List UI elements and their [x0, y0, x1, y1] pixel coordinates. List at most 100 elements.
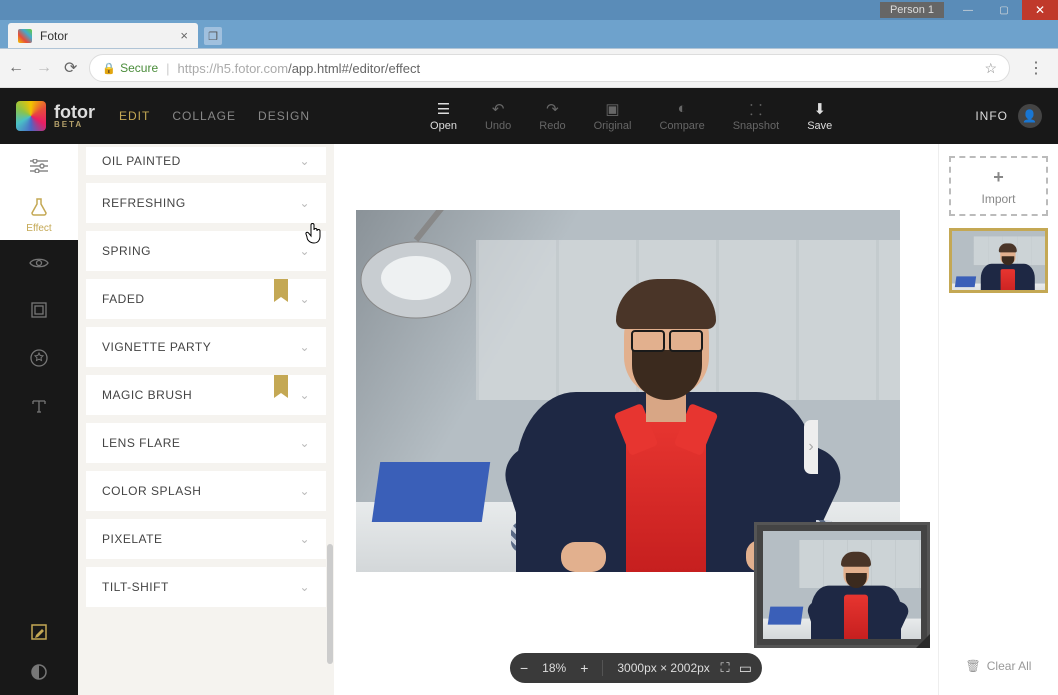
open-button[interactable]: ☰Open — [430, 100, 457, 132]
effect-item-magic-brush[interactable]: MAGIC BRUSH ⌄ — [86, 375, 326, 415]
tab-close-icon[interactable]: × — [180, 28, 188, 43]
image-thumbnail[interactable] — [949, 228, 1048, 293]
window-maximize-button[interactable] — [986, 0, 1022, 20]
fullscreen-button[interactable]: ⛶ — [710, 653, 740, 683]
effect-label: FADED — [102, 292, 145, 306]
url-text: https://h5.fotor.com/app.html#/editor/ef… — [178, 61, 977, 76]
clear-all-button[interactable]: 🗑 Clear All — [949, 649, 1048, 683]
save-icon: ⬇ — [813, 100, 826, 116]
user-avatar[interactable]: 👤 — [1018, 104, 1042, 128]
chevron-down-icon: ⌄ — [299, 154, 310, 168]
browser-tab-active[interactable]: Fotor × — [8, 23, 198, 48]
rail-effect-label: Effect — [26, 223, 51, 234]
logo-beta: BETA — [54, 121, 95, 129]
main-image[interactable] — [356, 210, 900, 572]
app-header: fotorBETA EDIT COLLAGE DESIGN ☰Open ↶Und… — [0, 88, 1058, 144]
trash-icon: 🗑 — [966, 659, 981, 673]
profile-chip[interactable]: Person 1 — [880, 2, 944, 18]
address-bar[interactable]: Secure | https://h5.fotor.com/app.html#/… — [89, 54, 1010, 82]
effect-item-vignette-party[interactable]: VIGNETTE PARTY ⌄ — [86, 327, 326, 367]
zoom-in-button[interactable]: + — [580, 660, 588, 676]
tab-favicon — [18, 29, 32, 43]
chevron-down-icon: ⌄ — [299, 436, 310, 450]
bookmark-star-icon[interactable]: ☆ — [984, 60, 997, 77]
zoom-value: 18% — [542, 661, 566, 675]
chevron-down-icon: ⌄ — [299, 532, 310, 546]
effect-label: SPRING — [102, 244, 151, 258]
image-dimensions: 3000px × 2002px — [617, 661, 709, 675]
chevron-down-icon: ⌄ — [299, 196, 310, 210]
redo-button: ↷Redo — [539, 100, 565, 132]
effect-item-spring[interactable]: SPRING ⌄ — [86, 231, 326, 271]
chevron-down-icon: ⌄ — [299, 580, 310, 594]
tool-rail: Effect — [0, 144, 78, 695]
navigator-minimap[interactable] — [754, 522, 930, 648]
import-button[interactable]: + Import — [949, 156, 1048, 216]
rail-beauty[interactable] — [0, 240, 78, 288]
mode-collage[interactable]: COLLAGE — [172, 109, 236, 123]
logo-text: fotor — [54, 103, 95, 121]
moon-icon[interactable] — [31, 664, 47, 685]
flask-icon — [31, 198, 47, 221]
zoom-out-button[interactable]: − — [520, 660, 528, 676]
frame-icon — [31, 302, 47, 323]
nav-back-icon[interactable]: ← — [8, 59, 24, 77]
chevron-down-icon: ⌄ — [299, 388, 310, 402]
sliders-icon — [30, 158, 48, 178]
text-icon — [31, 398, 47, 419]
rail-stickers[interactable] — [0, 336, 78, 384]
nav-reload-icon[interactable]: ⟳ — [64, 58, 77, 78]
secure-lock-icon: Secure — [102, 61, 158, 75]
effect-label: MAGIC BRUSH — [102, 388, 192, 402]
right-panel: + Import 🗑 Clear All — [938, 144, 1058, 695]
original-button: ▣Original — [594, 100, 632, 132]
browser-menu-icon[interactable]: ⋮ — [1022, 58, 1050, 78]
effect-item-lens-flare[interactable]: LENS FLARE ⌄ — [86, 423, 326, 463]
tab-title: Fotor — [40, 29, 68, 43]
new-tab-button[interactable]: ❐ — [204, 27, 222, 45]
chevron-down-icon: ⌄ — [299, 484, 310, 498]
bookmark-icon — [274, 279, 288, 297]
mode-design[interactable]: DESIGN — [258, 109, 310, 123]
window-close-button[interactable] — [1022, 0, 1058, 20]
effect-item-refreshing[interactable]: REFRESHING⌄ — [86, 183, 326, 223]
panel-scrollbar[interactable] — [327, 544, 333, 664]
bookmark-icon — [274, 375, 288, 393]
browser-tab-strip: Fotor × ❐ — [0, 20, 1058, 49]
logo-icon — [16, 101, 46, 131]
window-minimize-button[interactable] — [950, 0, 986, 20]
effect-item-pixelate[interactable]: PIXELATE⌄ — [86, 519, 326, 559]
chevron-down-icon: ⌄ — [299, 340, 310, 354]
plus-icon: + — [993, 167, 1004, 188]
effect-item-tilt-shift[interactable]: TILT-SHIFT ⌄ — [86, 567, 326, 607]
rail-frames[interactable] — [0, 288, 78, 336]
effect-item-color-splash[interactable]: COLOR SPLASH⌄ — [86, 471, 326, 511]
effect-label: LENS FLARE — [102, 436, 180, 450]
save-button[interactable]: ⬇Save — [807, 100, 832, 132]
right-panel-toggle[interactable]: › — [804, 420, 818, 474]
rail-text[interactable] — [0, 384, 78, 432]
hamburger-icon: ☰ — [437, 100, 450, 116]
effect-label: VIGNETTE PARTY — [102, 340, 211, 354]
snapshot-icon: ⸬ — [750, 100, 762, 116]
effect-item-faded[interactable]: FADED⌄ — [86, 279, 326, 319]
snapshot-button: ⸬Snapshot — [733, 100, 779, 132]
window-titlebar: Person 1 — [0, 0, 1058, 20]
rail-adjust[interactable] — [0, 144, 78, 192]
effects-panel: OIL PAINTED⌄REFRESHING⌄SPRING⌄FADED⌄VIGN… — [78, 144, 334, 695]
info-link[interactable]: INFO — [975, 109, 1008, 123]
rail-effect[interactable]: Effect — [0, 192, 78, 240]
mode-edit[interactable]: EDIT — [119, 109, 150, 123]
app-logo[interactable]: fotorBETA — [16, 101, 95, 131]
fit-screen-icon[interactable]: ▭ — [739, 660, 752, 677]
edit-square-icon[interactable] — [30, 623, 48, 646]
eye-icon — [29, 254, 49, 274]
minimap-resize-handle[interactable] — [916, 634, 930, 648]
effect-label: TILT-SHIFT — [102, 580, 169, 594]
star-circle-icon — [30, 349, 48, 372]
lamp-illustration — [356, 210, 486, 330]
compare-icon: ◐ — [678, 100, 687, 116]
mode-tabs: EDIT COLLAGE DESIGN — [119, 109, 310, 123]
chevron-down-icon: ⌄ — [299, 244, 310, 258]
effect-item-oil-painted[interactable]: OIL PAINTED⌄ — [86, 147, 326, 175]
